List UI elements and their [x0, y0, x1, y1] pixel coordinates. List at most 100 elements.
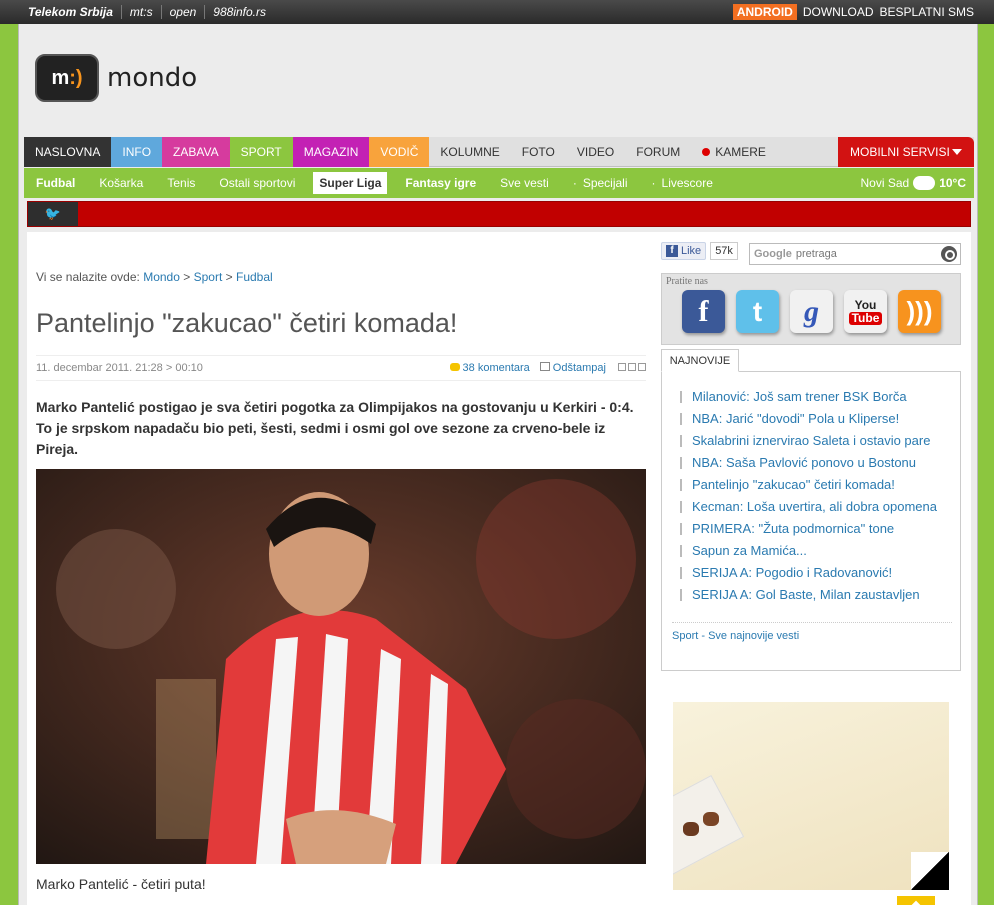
list-item[interactable]: NBA: Saša Pavlović ponovo u Bostonu [680, 452, 956, 474]
renault-logo[interactable] [897, 896, 935, 905]
rss-icon[interactable]: ))) [898, 290, 941, 333]
nav-foto[interactable]: FOTO [511, 137, 566, 167]
live-dot-icon [702, 148, 711, 156]
twitter-icon[interactable]: t [736, 290, 779, 333]
page-frame: m:) mondo NASLOVNA INFO ZABAVA SPORT MAG… [18, 24, 978, 905]
right-background-stripe [978, 24, 994, 905]
subnav-specijali[interactable]: Specijali [561, 176, 640, 190]
weather-city: Novi Sad [860, 176, 910, 190]
like-label: Like [681, 245, 702, 257]
free-sms-link[interactable]: BESPLATNI SMS [880, 5, 974, 19]
nav-sport[interactable]: SPORT [229, 137, 293, 167]
partner-link-telekom[interactable]: Telekom Srbija [22, 5, 122, 19]
logo-badge-smile: :) [69, 66, 83, 89]
follow-label: Pratite nas [666, 276, 708, 287]
font-size-small-icon[interactable] [618, 363, 626, 371]
nav-kolumne[interactable]: KOLUMNE [429, 137, 510, 167]
player-photo-illustration [36, 469, 646, 864]
nav-kamere[interactable]: KAMERE [691, 137, 777, 167]
article-actions: 38 komentara Odštampaj [449, 362, 646, 374]
twitter-ticker-bar: 🐦 [27, 201, 971, 227]
advertisement-banner[interactable] [673, 702, 949, 890]
chocolate-piece [703, 812, 719, 826]
partner-link-mts[interactable]: mt:s [122, 5, 162, 19]
breadcrumb-separator: > [225, 270, 233, 284]
comments-link[interactable]: 38 komentara [449, 362, 530, 374]
site-logo[interactable]: m:) mondo [35, 54, 197, 102]
list-item[interactable]: PRIMERA: "Žuta podmornica" tone [680, 518, 956, 540]
font-size-medium-icon[interactable] [628, 363, 636, 371]
weather-widget[interactable]: Novi Sad 10°C [860, 168, 966, 198]
page-curl-corner [911, 852, 949, 890]
like-count: 57k [710, 242, 738, 260]
search-box[interactable]: Google pretraga [749, 243, 961, 265]
subnav-sve-vesti[interactable]: Sve vesti [488, 176, 561, 190]
chevron-down-icon [952, 149, 962, 155]
breadcrumb-fudbal[interactable]: Fudbal [236, 270, 273, 284]
list-item[interactable]: Kecman: Loša uvertira, ali dobra opomena [680, 496, 956, 518]
top-promo: ANDROID DOWNLOAD BESPLATNI SMS [732, 0, 974, 24]
youtube-icon[interactable]: You Tube [844, 290, 887, 333]
renault-diamond-icon [904, 900, 928, 905]
breadcrumb-mondo[interactable]: Mondo [143, 270, 180, 284]
nav-forum[interactable]: FORUM [625, 137, 691, 167]
article-meta: 11. decembar 2011. 21:28 > 00:10 38 kome… [36, 355, 646, 381]
logo-badge: m:) [35, 54, 99, 102]
partner-links: Telekom Srbija mt:s open 988info.rs [22, 0, 274, 24]
list-item[interactable]: Milanović: Još sam trener BSK Borča [680, 386, 956, 408]
article-lead: Marko Pantelić postigao je sva četiri po… [36, 399, 634, 457]
subnav-ostali-sportovi[interactable]: Ostali sportovi [207, 176, 307, 190]
latest-news-list: Milanović: Još sam trener BSK Borča NBA:… [680, 386, 956, 606]
search-input[interactable]: pretraga [796, 248, 837, 260]
nav-video[interactable]: VIDEO [566, 137, 625, 167]
nav-vodic[interactable]: VODIČ [369, 137, 430, 167]
list-item[interactable]: Pantelinjo "zakucao" četiri komada! [680, 474, 956, 496]
facebook-icon[interactable]: f [682, 290, 725, 333]
partly-cloudy-icon [910, 172, 936, 190]
list-item[interactable]: Skalabrini iznervirao Saleta i ostavio p… [680, 430, 956, 452]
google-logo: Google [754, 248, 792, 260]
subnav-kosarka[interactable]: Košarka [87, 176, 155, 190]
nav-info[interactable]: INFO [111, 137, 163, 167]
list-item[interactable]: SERIJA A: Pogodio i Radovanović! [680, 562, 956, 584]
breadcrumb-separator: > [183, 270, 191, 284]
sport-subnavigation: Fudbal Košarka Tenis Ostali sportovi Sup… [24, 168, 974, 198]
breadcrumb-sport[interactable]: Sport [194, 270, 223, 284]
nav-kamere-label: KAMERE [715, 145, 766, 159]
tab-najnovije[interactable]: NAJNOVIJE [661, 349, 739, 372]
list-item[interactable]: SERIJA A: Gol Baste, Milan zaustavljen [680, 584, 956, 606]
android-badge[interactable]: ANDROID [732, 4, 797, 20]
comment-bubble-icon [449, 363, 460, 371]
twitter-bird-icon[interactable]: 🐦 [28, 202, 78, 226]
subnav-fudbal[interactable]: Fudbal [24, 176, 87, 190]
article-date: 11. decembar 2011. 21:28 > 00:10 [36, 362, 203, 374]
subnav-fantasy-igre[interactable]: Fantasy igre [393, 176, 488, 190]
font-size-large-icon[interactable] [638, 363, 646, 371]
nav-magazin[interactable]: MAGAZIN [292, 137, 370, 167]
article-photo[interactable] [36, 469, 646, 864]
logo-badge-m: m [51, 66, 70, 89]
weather-temperature: 10°C [939, 176, 966, 190]
partner-link-open[interactable]: open [162, 5, 206, 19]
list-item[interactable]: NBA: Jarić "dovodi" Pola u Kliperse! [680, 408, 956, 430]
facebook-f-icon: f [666, 245, 678, 257]
list-item[interactable]: Sapun za Mamića... [680, 540, 956, 562]
comments-label: 38 komentara [462, 362, 530, 374]
subnav-tenis[interactable]: Tenis [155, 176, 207, 190]
search-icon[interactable] [941, 246, 957, 262]
facebook-like-widget: f Like 57k [661, 242, 738, 260]
download-link[interactable]: DOWNLOAD [803, 5, 874, 19]
mobile-services-menu[interactable]: MOBILNI SERVISI [838, 137, 974, 167]
partner-link-988info[interactable]: 988info.rs [205, 5, 274, 19]
nav-naslovna[interactable]: NASLOVNA [24, 137, 112, 167]
google-icon[interactable]: g [790, 290, 833, 333]
all-news-link[interactable]: Sport - Sve najnovije vesti [672, 630, 799, 642]
subnav-super-liga[interactable]: Super Liga [313, 172, 388, 194]
follow-us-panel: Pratite nas f t g You Tube ))) [661, 273, 961, 345]
print-link[interactable]: Odštampaj [539, 362, 606, 374]
subnav-livescore[interactable]: Livescore [640, 176, 725, 190]
news-divider [672, 622, 952, 623]
facebook-like-button[interactable]: f Like [661, 242, 707, 260]
nav-zabava[interactable]: ZABAVA [162, 137, 230, 167]
chocolate-piece [683, 822, 699, 836]
